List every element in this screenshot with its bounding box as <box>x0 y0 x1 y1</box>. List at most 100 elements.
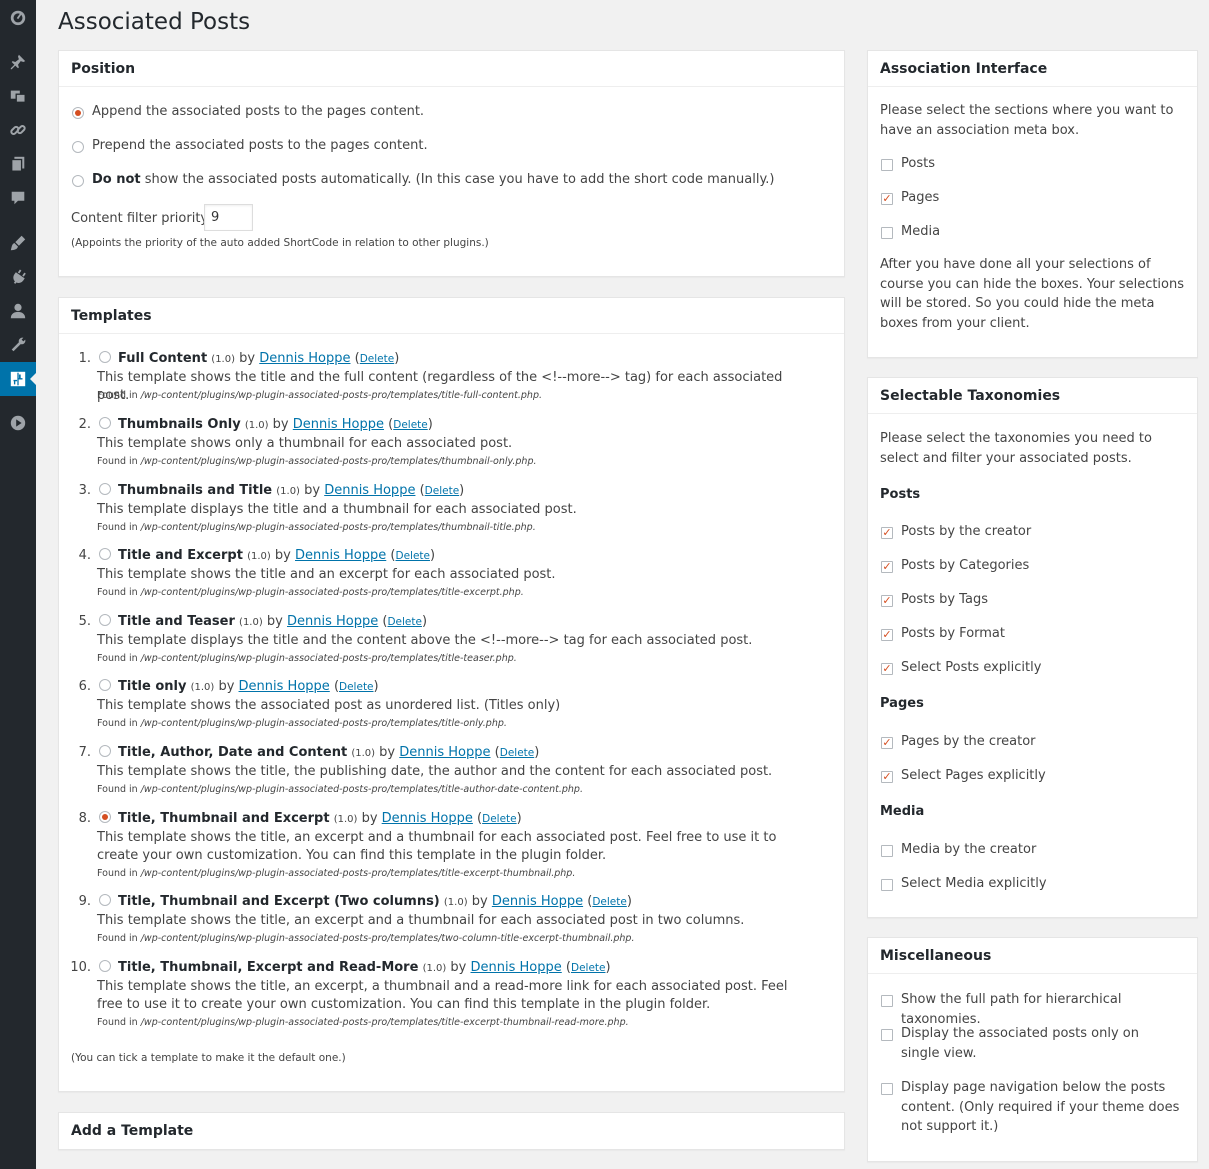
template-radio[interactable] <box>99 894 111 906</box>
template-name: Thumbnails Only <box>118 417 241 432</box>
dashboard-icon[interactable] <box>0 0 36 34</box>
taxonomy-group-media: Media <box>880 804 925 819</box>
select-media-explicitly-checkbox[interactable] <box>881 879 893 891</box>
select-posts-explicitly-checkbox[interactable]: ✓ <box>881 663 893 675</box>
posts-by-format-checkbox[interactable]: ✓ <box>881 629 893 641</box>
pages-checkbox[interactable]: ✓ <box>881 193 893 205</box>
template-delete-wrap: (Delete) <box>390 548 436 563</box>
template-delete-link[interactable]: Delete <box>500 747 535 759</box>
page-navigation-checkbox[interactable] <box>881 1083 893 1095</box>
template-delete-link[interactable]: Delete <box>339 681 374 693</box>
association-interface-box: Association Interface Please select the … <box>867 50 1198 358</box>
media-icon[interactable] <box>0 79 36 113</box>
media-checkbox-label: Media <box>901 224 941 239</box>
template-delete-link[interactable]: Delete <box>393 419 428 431</box>
template-author-link[interactable]: Dennis Hoppe <box>287 614 378 629</box>
template-path-prefix: Found in <box>97 933 138 944</box>
template-delete-link[interactable]: Delete <box>592 896 627 908</box>
template-radio[interactable] <box>99 679 111 691</box>
template-delete-link[interactable]: Delete <box>482 813 517 825</box>
media-checkbox[interactable] <box>881 227 893 239</box>
appearance-icon[interactable] <box>0 226 36 260</box>
append-radio[interactable] <box>72 107 84 119</box>
template-version: (1.0) <box>247 551 271 562</box>
template-radio[interactable] <box>99 745 111 757</box>
template-delete-link[interactable]: Delete <box>360 353 395 365</box>
template-path: Found in /wp-content/plugins/wp-plugin-a… <box>97 586 524 599</box>
pages-icon[interactable] <box>0 147 36 181</box>
taxonomies-title[interactable]: Selectable Taxonomies <box>868 378 1197 414</box>
template-delete-link[interactable]: Delete <box>425 485 460 497</box>
template-author-link[interactable]: Dennis Hoppe <box>471 960 562 975</box>
pin-icon[interactable] <box>0 45 36 79</box>
template-author-link[interactable]: Dennis Hoppe <box>239 679 330 694</box>
posts-by-tags-checkbox[interactable]: ✓ <box>881 595 893 607</box>
position-box-title[interactable]: Position <box>59 51 844 87</box>
misc-title[interactable]: Miscellaneous <box>868 938 1197 974</box>
template-title-line: Thumbnails and Title (1.0) by Dennis Hop… <box>118 482 464 501</box>
manual-radio[interactable] <box>72 175 84 187</box>
full-path-checkbox[interactable] <box>881 995 893 1007</box>
select-pages-explicitly-checkbox[interactable]: ✓ <box>881 771 893 783</box>
template-name: Full Content <box>118 351 208 366</box>
admin-sidebar <box>0 0 36 1169</box>
template-radio[interactable] <box>99 960 111 972</box>
template-radio[interactable] <box>99 483 111 495</box>
template-author-link[interactable]: Dennis Hoppe <box>324 483 415 498</box>
users-icon[interactable] <box>0 294 36 328</box>
template-path: Found in /wp-content/plugins/wp-plugin-a… <box>97 389 542 402</box>
template-author-link[interactable]: Dennis Hoppe <box>382 811 473 826</box>
template-delete-link[interactable]: Delete <box>387 616 422 628</box>
tools-icon[interactable] <box>0 328 36 362</box>
template-description: This template shows only a thumbnail for… <box>97 436 513 451</box>
template-delete-link[interactable]: Delete <box>395 550 430 562</box>
template-path: Found in /wp-content/plugins/wp-plugin-a… <box>97 652 517 665</box>
template-path-value: /wp-content/plugins/wp-plugin-associated… <box>140 522 536 533</box>
template-version: (1.0) <box>443 897 468 908</box>
template-radio[interactable] <box>99 548 111 560</box>
templates-box-title[interactable]: Templates <box>59 298 844 334</box>
plugins-icon[interactable] <box>0 260 36 294</box>
template-author-link[interactable]: Dennis Hoppe <box>399 745 490 760</box>
associated-posts-icon[interactable] <box>0 362 36 396</box>
template-path-value: /wp-content/plugins/wp-plugin-associated… <box>140 587 524 598</box>
single-view-checkbox[interactable] <box>881 1029 893 1041</box>
template-path: Found in /wp-content/plugins/wp-plugin-a… <box>97 1016 629 1029</box>
template-path: Found in /wp-content/plugins/wp-plugin-a… <box>97 867 575 880</box>
posts-checkbox[interactable] <box>881 159 893 171</box>
misc-box: Miscellaneous Show the full path for hie… <box>867 937 1198 1162</box>
template-path-prefix: Found in <box>97 587 138 598</box>
comments-icon[interactable] <box>0 181 36 215</box>
template-author-link[interactable]: Dennis Hoppe <box>492 894 583 909</box>
template-radio[interactable] <box>99 351 111 363</box>
template-radio[interactable] <box>99 614 111 626</box>
collapse-icon[interactable] <box>0 406 36 440</box>
template-delete-link[interactable]: Delete <box>571 962 606 974</box>
template-author-link[interactable]: Dennis Hoppe <box>295 548 386 563</box>
template-path-value: /wp-content/plugins/wp-plugin-associated… <box>140 653 517 664</box>
posts-by-creator-checkbox[interactable]: ✓ <box>881 527 893 539</box>
template-radio[interactable] <box>99 417 111 429</box>
links-icon[interactable] <box>0 113 36 147</box>
template-by: by <box>266 614 283 629</box>
template-author-link[interactable]: Dennis Hoppe <box>293 417 384 432</box>
prepend-radio[interactable] <box>72 141 84 153</box>
template-radio[interactable] <box>99 811 111 823</box>
association-interface-note: After you have done all your selections … <box>880 257 1185 331</box>
pages-by-creator-checkbox[interactable]: ✓ <box>881 737 893 749</box>
add-template-title[interactable]: Add a Template <box>59 1113 844 1149</box>
template-delete-wrap: (Delete) <box>354 351 400 366</box>
template-name: Title only <box>118 679 187 694</box>
association-interface-title[interactable]: Association Interface <box>868 51 1197 87</box>
template-title-line: Title, Thumbnail and Excerpt (Two column… <box>118 893 632 912</box>
posts-by-categories-checkbox[interactable]: ✓ <box>881 561 893 573</box>
posts-by-categories-label: Posts by Categories <box>901 558 1030 573</box>
media-by-creator-checkbox[interactable] <box>881 845 893 857</box>
template-version: (1.0) <box>333 814 358 825</box>
select-media-explicitly-label: Select Media explicitly <box>901 876 1047 891</box>
template-title-line: Title only (1.0) by Dennis Hoppe (Delete… <box>118 678 379 697</box>
priority-input[interactable] <box>204 204 253 231</box>
taxonomies-intro: Please select the taxonomies you need to… <box>880 431 1152 466</box>
template-author-link[interactable]: Dennis Hoppe <box>259 351 350 366</box>
template-description: This template shows the title and an exc… <box>97 567 556 582</box>
